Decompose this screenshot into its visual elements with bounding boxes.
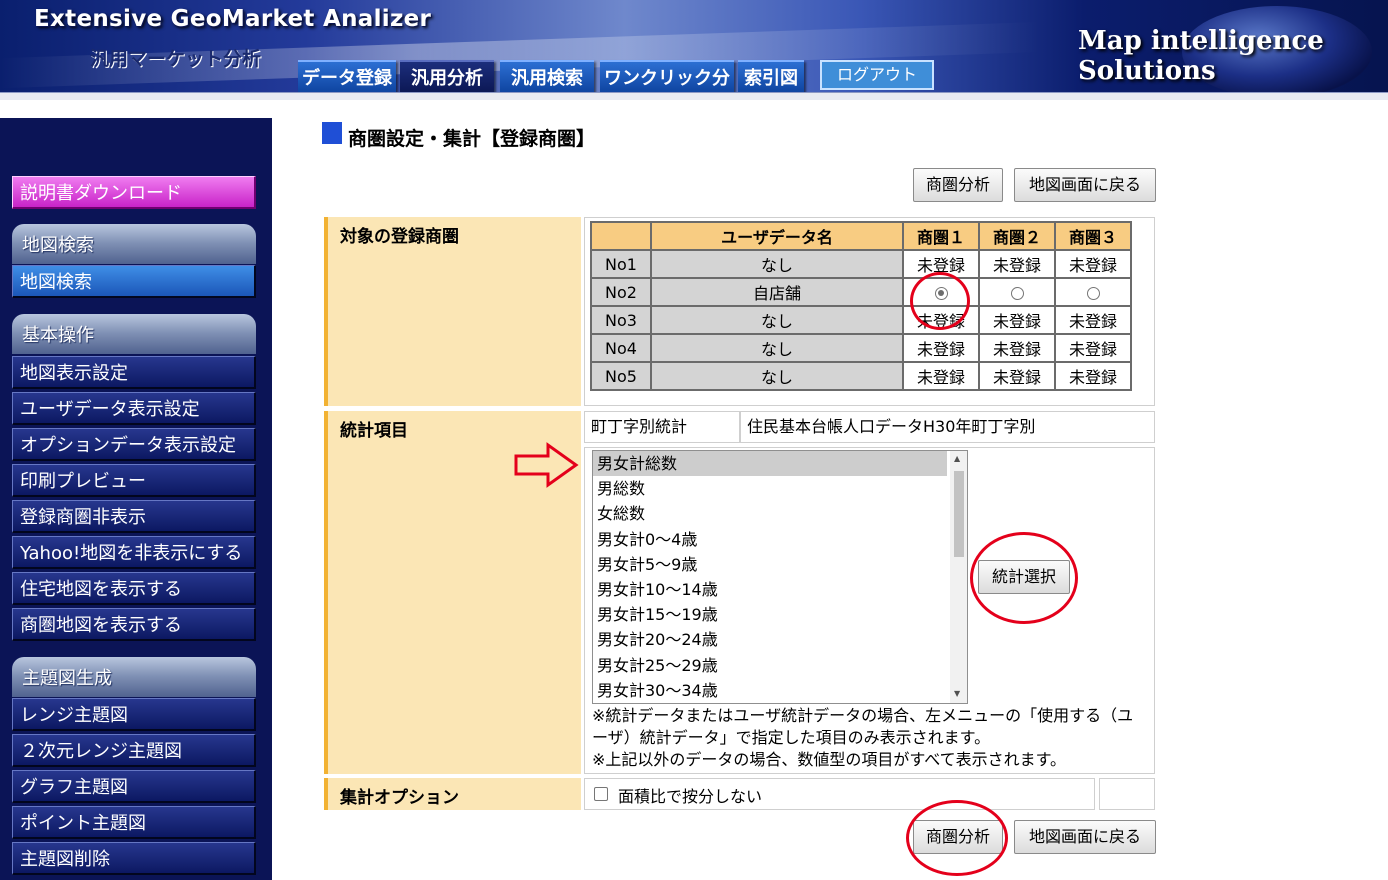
row-user-data-name: 自店舗 bbox=[650, 277, 904, 307]
row-user-data-name: なし bbox=[650, 333, 904, 363]
app-header: Extensive GeoMarket Analizer 汎用マーケット分析 M… bbox=[0, 0, 1388, 100]
annotation-circle-select bbox=[970, 532, 1078, 624]
area-status: 未登録 bbox=[902, 333, 980, 363]
sidebar-item-print-preview[interactable]: 印刷プレビュー bbox=[12, 464, 256, 497]
table-header-no bbox=[590, 221, 652, 251]
list-item[interactable]: 男女計25～29歳 bbox=[593, 653, 947, 678]
row-user-data-name: なし bbox=[650, 305, 904, 335]
tab-general-analysis[interactable]: 汎用分析 bbox=[400, 60, 494, 96]
table-row: No5 なし 未登録 未登録 未登録 bbox=[590, 361, 1132, 391]
table-header-area-2: 商圏２ bbox=[978, 221, 1056, 251]
list-item[interactable]: 男女計15～19歳 bbox=[593, 602, 947, 627]
sidebar-item-2d-range-thematic-map[interactable]: ２次元レンジ主題図 bbox=[12, 734, 256, 767]
row-user-data-name: なし bbox=[650, 361, 904, 391]
area-status: 未登録 bbox=[1054, 361, 1132, 391]
area-ratio-checkbox[interactable] bbox=[594, 787, 608, 801]
heading-marker bbox=[322, 122, 342, 144]
back-to-map-button-bottom[interactable]: 地図画面に戻る bbox=[1014, 820, 1156, 854]
page-title: 商圏設定・集計【登録商圏】 bbox=[348, 128, 596, 150]
scroll-up-icon[interactable]: ▲ bbox=[954, 454, 960, 463]
area-status: 未登録 bbox=[902, 361, 980, 391]
options-label: 集計オプション bbox=[324, 778, 581, 810]
sidebar-item-range-thematic-map[interactable]: レンジ主題図 bbox=[12, 698, 256, 731]
area-status: 未登録 bbox=[978, 333, 1056, 363]
sidebar-item-hide-registered-area[interactable]: 登録商圏非表示 bbox=[12, 500, 256, 533]
sidebar-item-hide-yahoo-map[interactable]: Yahoo!地図を非表示にする bbox=[12, 536, 256, 569]
row-user-data-name: なし bbox=[650, 249, 904, 279]
sidebar: 説明書ダウンロード 地図検索 地図検索 基本操作 地図表示設定 ユーザデータ表示… bbox=[0, 118, 272, 880]
list-item[interactable]: 男総数 bbox=[593, 476, 947, 501]
area-status: 未登録 bbox=[1054, 333, 1132, 363]
stats-note: ※統計データまたはユーザ統計データの場合、左メニューの「使用する（ユーザ）統計デ… bbox=[592, 706, 1134, 769]
annotation-circle-radio bbox=[910, 272, 970, 330]
app-title: Extensive GeoMarket Analizer bbox=[34, 6, 432, 32]
table-row: No4 なし 未登録 未登録 未登録 bbox=[590, 333, 1132, 363]
sidebar-item-map-display-settings[interactable]: 地図表示設定 bbox=[12, 356, 256, 389]
back-to-map-button-top[interactable]: 地図画面に戻る bbox=[1014, 168, 1156, 202]
area-3-radio-cell bbox=[1054, 277, 1132, 307]
sidebar-item-manual-download[interactable]: 説明書ダウンロード bbox=[12, 176, 256, 209]
row-no: No1 bbox=[590, 249, 652, 279]
annotation-circle-analyze bbox=[906, 800, 1008, 876]
annotation-arrow-icon bbox=[514, 442, 579, 488]
logout-button[interactable]: ログアウト bbox=[820, 60, 934, 90]
app-subtitle: 汎用マーケット分析 bbox=[90, 48, 262, 70]
sidebar-item-option-data-display-settings[interactable]: オプションデータ表示設定 bbox=[12, 428, 256, 461]
list-item[interactable]: 男女計5～9歳 bbox=[593, 552, 947, 577]
row-no: No3 bbox=[590, 305, 652, 335]
row-no: No2 bbox=[590, 277, 652, 307]
list-item[interactable]: 男女計30～34歳 bbox=[593, 678, 947, 703]
stats-category: 町丁字別統計 bbox=[584, 411, 740, 443]
area-ratio-label: 面積比で按分しない bbox=[618, 787, 763, 806]
stats-dataset: 住民基本台帳人口データH30年町丁字別 bbox=[740, 411, 1155, 443]
tab-data-registration[interactable]: データ登録 bbox=[298, 60, 396, 96]
scroll-down-icon[interactable]: ▼ bbox=[954, 689, 960, 698]
area-status: 未登録 bbox=[1054, 305, 1132, 335]
table-row: No3 なし 未登録 未登録 未登録 bbox=[590, 305, 1132, 335]
sidebar-section-map-search: 地図検索 bbox=[12, 224, 256, 264]
brand-logo-text: Map intelligence Solutions bbox=[1078, 26, 1324, 86]
list-item[interactable]: 男女計20～24歳 bbox=[593, 627, 947, 652]
tab-general-search[interactable]: 汎用検索 bbox=[500, 60, 594, 96]
options-panel: 面積比で按分しない bbox=[584, 778, 1095, 810]
list-item[interactable]: 男女計10～14歳 bbox=[593, 577, 947, 602]
row-no: No5 bbox=[590, 361, 652, 391]
table-header-user-data-name: ユーザデータ名 bbox=[650, 221, 904, 251]
header-bottom-strip bbox=[0, 92, 1388, 100]
sidebar-item-show-trade-area-map[interactable]: 商圏地図を表示する bbox=[12, 608, 256, 641]
area-3-radio[interactable] bbox=[1086, 286, 1100, 300]
sidebar-item-show-residential-map[interactable]: 住宅地図を表示する bbox=[12, 572, 256, 605]
table-row: No2 自店舗 bbox=[590, 277, 1132, 307]
sidebar-item-user-data-display-settings[interactable]: ユーザデータ表示設定 bbox=[12, 392, 256, 425]
target-area-label: 対象の登録商圏 bbox=[324, 217, 581, 406]
row-no: No4 bbox=[590, 333, 652, 363]
table-header-area-3: 商圏３ bbox=[1054, 221, 1132, 251]
sidebar-item-point-thematic-map[interactable]: ポイント主題図 bbox=[12, 806, 256, 839]
options-extra-cell bbox=[1099, 778, 1155, 810]
list-item[interactable]: 男女計0～4歳 bbox=[593, 527, 947, 552]
tab-one-click-analysis[interactable]: ワンクリック分析 bbox=[600, 60, 734, 96]
stats-listbox[interactable]: 男女計総数 男総数 女総数 男女計0～4歳 男女計5～9歳 男女計10～14歳 … bbox=[592, 450, 968, 704]
list-item[interactable]: 男女計総数 bbox=[593, 451, 947, 477]
area-2-radio-cell bbox=[978, 277, 1056, 307]
sidebar-item-map-search[interactable]: 地図検索 bbox=[12, 265, 256, 298]
area-status: 未登録 bbox=[978, 249, 1056, 279]
tab-index-map[interactable]: 索引図 bbox=[738, 60, 804, 96]
sidebar-section-basic-operations: 基本操作 bbox=[12, 314, 256, 354]
sidebar-item-graph-thematic-map[interactable]: グラフ主題図 bbox=[12, 770, 256, 803]
sidebar-item-delete-thematic-map[interactable]: 主題図削除 bbox=[12, 842, 256, 875]
table-header-row: ユーザデータ名 商圏１ 商圏２ 商圏３ bbox=[590, 221, 1132, 251]
analyze-button-top[interactable]: 商圏分析 bbox=[913, 168, 1003, 202]
area-status: 未登録 bbox=[1054, 249, 1132, 279]
registered-area-table: ユーザデータ名 商圏１ 商圏２ 商圏３ No1 なし 未登録 未登録 未登録 N… bbox=[590, 221, 1132, 391]
list-item[interactable]: 女総数 bbox=[593, 501, 947, 526]
area-status: 未登録 bbox=[978, 305, 1056, 335]
area-2-radio[interactable] bbox=[1010, 286, 1024, 300]
listbox-scrollbar[interactable]: ▲ ▼ bbox=[950, 451, 967, 703]
area-status: 未登録 bbox=[978, 361, 1056, 391]
table-row: No1 なし 未登録 未登録 未登録 bbox=[590, 249, 1132, 279]
scroll-thumb[interactable] bbox=[954, 471, 964, 557]
sidebar-section-thematic-maps: 主題図生成 bbox=[12, 657, 256, 697]
table-header-area-1: 商圏１ bbox=[902, 221, 980, 251]
